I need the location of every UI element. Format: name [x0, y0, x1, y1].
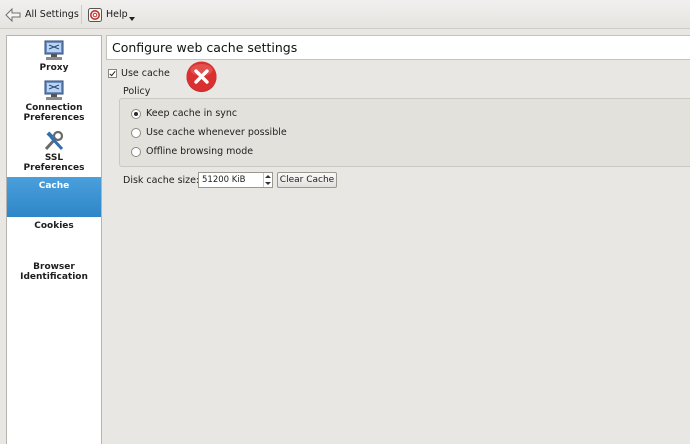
- spin-up-icon[interactable]: [265, 175, 271, 178]
- help-label: Help: [106, 9, 128, 20]
- connection-icon: [44, 80, 64, 100]
- disk-cache-size-value: 51200 KiB: [202, 175, 246, 185]
- policy-option-label: Offline browsing mode: [146, 146, 254, 157]
- all-settings-label: All Settings: [25, 9, 79, 20]
- sidebar-item-cache[interactable]: Cache: [7, 177, 101, 217]
- sidebar-item-browser-identification[interactable]: Browser Identification: [7, 262, 101, 286]
- use-cache-checkbox[interactable]: [108, 69, 117, 78]
- sidebar-item-label: Cache: [38, 181, 70, 191]
- help-button[interactable]: Help: [87, 5, 135, 24]
- policy-option-label: Keep cache in sync: [146, 108, 238, 119]
- page-title: Configure web cache settings: [106, 35, 690, 60]
- radio-offline[interactable]: [131, 146, 141, 157]
- clear-cache-button[interactable]: Clear Cache: [277, 172, 337, 188]
- sidebar-item-label: Browser Identification: [20, 262, 88, 282]
- radio-keep-sync[interactable]: [131, 108, 141, 119]
- dropdown-arrow-icon: [128, 16, 135, 21]
- policy-option-offline[interactable]: Offline browsing mode: [131, 146, 253, 157]
- proxy-icon: [44, 40, 64, 60]
- radio-use-cache-possible[interactable]: [131, 127, 141, 138]
- sidebar-item-cookies[interactable]: Cookies: [7, 221, 101, 241]
- error-icon: [186, 61, 217, 92]
- policy-option-label: Use cache whenever possible: [146, 127, 287, 138]
- all-settings-button[interactable]: All Settings: [4, 5, 79, 24]
- spin-arrows[interactable]: [263, 173, 272, 187]
- disk-cache-size-spinbox[interactable]: 51200 KiB: [198, 172, 273, 188]
- policy-option-use-cache-possible[interactable]: Use cache whenever possible: [131, 127, 287, 138]
- toolbar-separator: [81, 5, 82, 24]
- tools-icon: [44, 130, 64, 151]
- sidebar-item-label: Connection Preferences: [23, 103, 85, 123]
- settings-sidebar: Proxy Connection Preferences SSL Prefere…: [6, 35, 102, 444]
- sidebar-item-connection-preferences[interactable]: Connection Preferences: [7, 80, 101, 124]
- back-arrow-icon: [5, 7, 21, 22]
- policy-label: Policy: [123, 86, 151, 97]
- use-cache-row[interactable]: Use cache: [108, 68, 170, 79]
- sidebar-item-label: Proxy: [39, 63, 69, 73]
- sidebar-item-proxy[interactable]: Proxy: [7, 40, 101, 74]
- policy-option-keep-sync[interactable]: Keep cache in sync: [131, 108, 237, 119]
- sidebar-item-label: SSL Preferences: [23, 153, 85, 173]
- sidebar-item-label: Cookies: [34, 221, 74, 231]
- spin-down-icon[interactable]: [265, 182, 271, 185]
- toolbar: All Settings Help: [0, 0, 690, 29]
- use-cache-label: Use cache: [121, 68, 170, 79]
- help-icon: [88, 7, 102, 22]
- sidebar-item-ssl-preferences[interactable]: SSL Preferences: [7, 130, 101, 174]
- disk-cache-label: Disk cache size:: [123, 175, 200, 186]
